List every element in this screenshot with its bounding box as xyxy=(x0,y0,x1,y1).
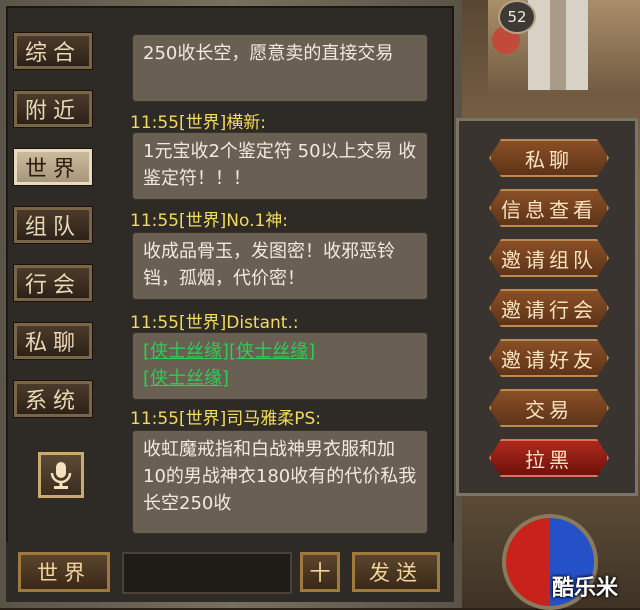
message-sender[interactable]: 11:55[世界]Distant.: xyxy=(130,308,299,333)
message-bubble: 收成品骨玉，发图密！收邪恶铃铛，孤烟，代价密！ xyxy=(132,232,428,300)
tab-general[interactable]: 综合 xyxy=(13,32,93,70)
menu-trade[interactable]: 交易 xyxy=(489,389,609,427)
message-sender[interactable]: 11:55[世界]No.1神: xyxy=(130,206,288,231)
player-action-menu: 私聊 信息查看 邀请组队 邀请行会 邀请好友 交易 拉黑 xyxy=(456,118,638,496)
menu-block[interactable]: 拉黑 xyxy=(489,439,609,477)
message-sender[interactable]: 11:55[世界]横新: xyxy=(130,108,266,133)
message-bubble: 250收长空，愿意卖的直接交易 xyxy=(132,34,428,102)
message-bubble: 1元宝收2个鉴定符 50以上交易 收鉴定符！！！ xyxy=(132,132,428,200)
tab-team[interactable]: 组队 xyxy=(13,206,93,244)
menu-invite-team[interactable]: 邀请组队 xyxy=(489,239,609,277)
tab-system[interactable]: 系统 xyxy=(13,380,93,418)
tab-world[interactable]: 世界 xyxy=(13,148,93,186)
chat-log[interactable]: 250收长空，愿意卖的直接交易 11:55[世界]横新: 1元宝收2个鉴定符 5… xyxy=(122,24,444,542)
level-badge: 52 xyxy=(498,0,536,34)
item-link[interactable]: [侠士丝缘] xyxy=(143,368,229,389)
tab-private[interactable]: 私聊 xyxy=(13,322,93,360)
voice-button[interactable] xyxy=(38,452,84,498)
message-sender[interactable]: 11:55[世界]司马雅柔PS: xyxy=(130,404,321,429)
menu-invite-guild[interactable]: 邀请行会 xyxy=(489,289,609,327)
menu-invite-friend[interactable]: 邀请好友 xyxy=(489,339,609,377)
chat-input-bar: 世界 十 发送 xyxy=(6,542,454,602)
chat-input[interactable] xyxy=(122,552,292,594)
microphone-icon xyxy=(50,462,72,489)
send-button[interactable]: 发送 xyxy=(352,552,440,592)
tab-guild[interactable]: 行会 xyxy=(13,264,93,302)
message-bubble: 收虹魔戒指和白战神男衣服和加10的男战神衣180收有的代价私我长空250收 xyxy=(132,430,428,534)
item-link[interactable]: [侠士丝缘] xyxy=(143,341,229,362)
message-bubble: [侠士丝缘][侠士丝缘] [侠士丝缘] xyxy=(132,332,428,400)
tab-nearby[interactable]: 附近 xyxy=(13,90,93,128)
watermark: 酷乐米 xyxy=(552,576,619,601)
menu-private-chat[interactable]: 私聊 xyxy=(489,139,609,177)
menu-view-info[interactable]: 信息查看 xyxy=(489,189,609,227)
channel-select-button[interactable]: 世界 xyxy=(18,552,110,592)
add-button[interactable]: 十 xyxy=(300,552,340,592)
item-link[interactable]: [侠士丝缘] xyxy=(229,341,315,362)
